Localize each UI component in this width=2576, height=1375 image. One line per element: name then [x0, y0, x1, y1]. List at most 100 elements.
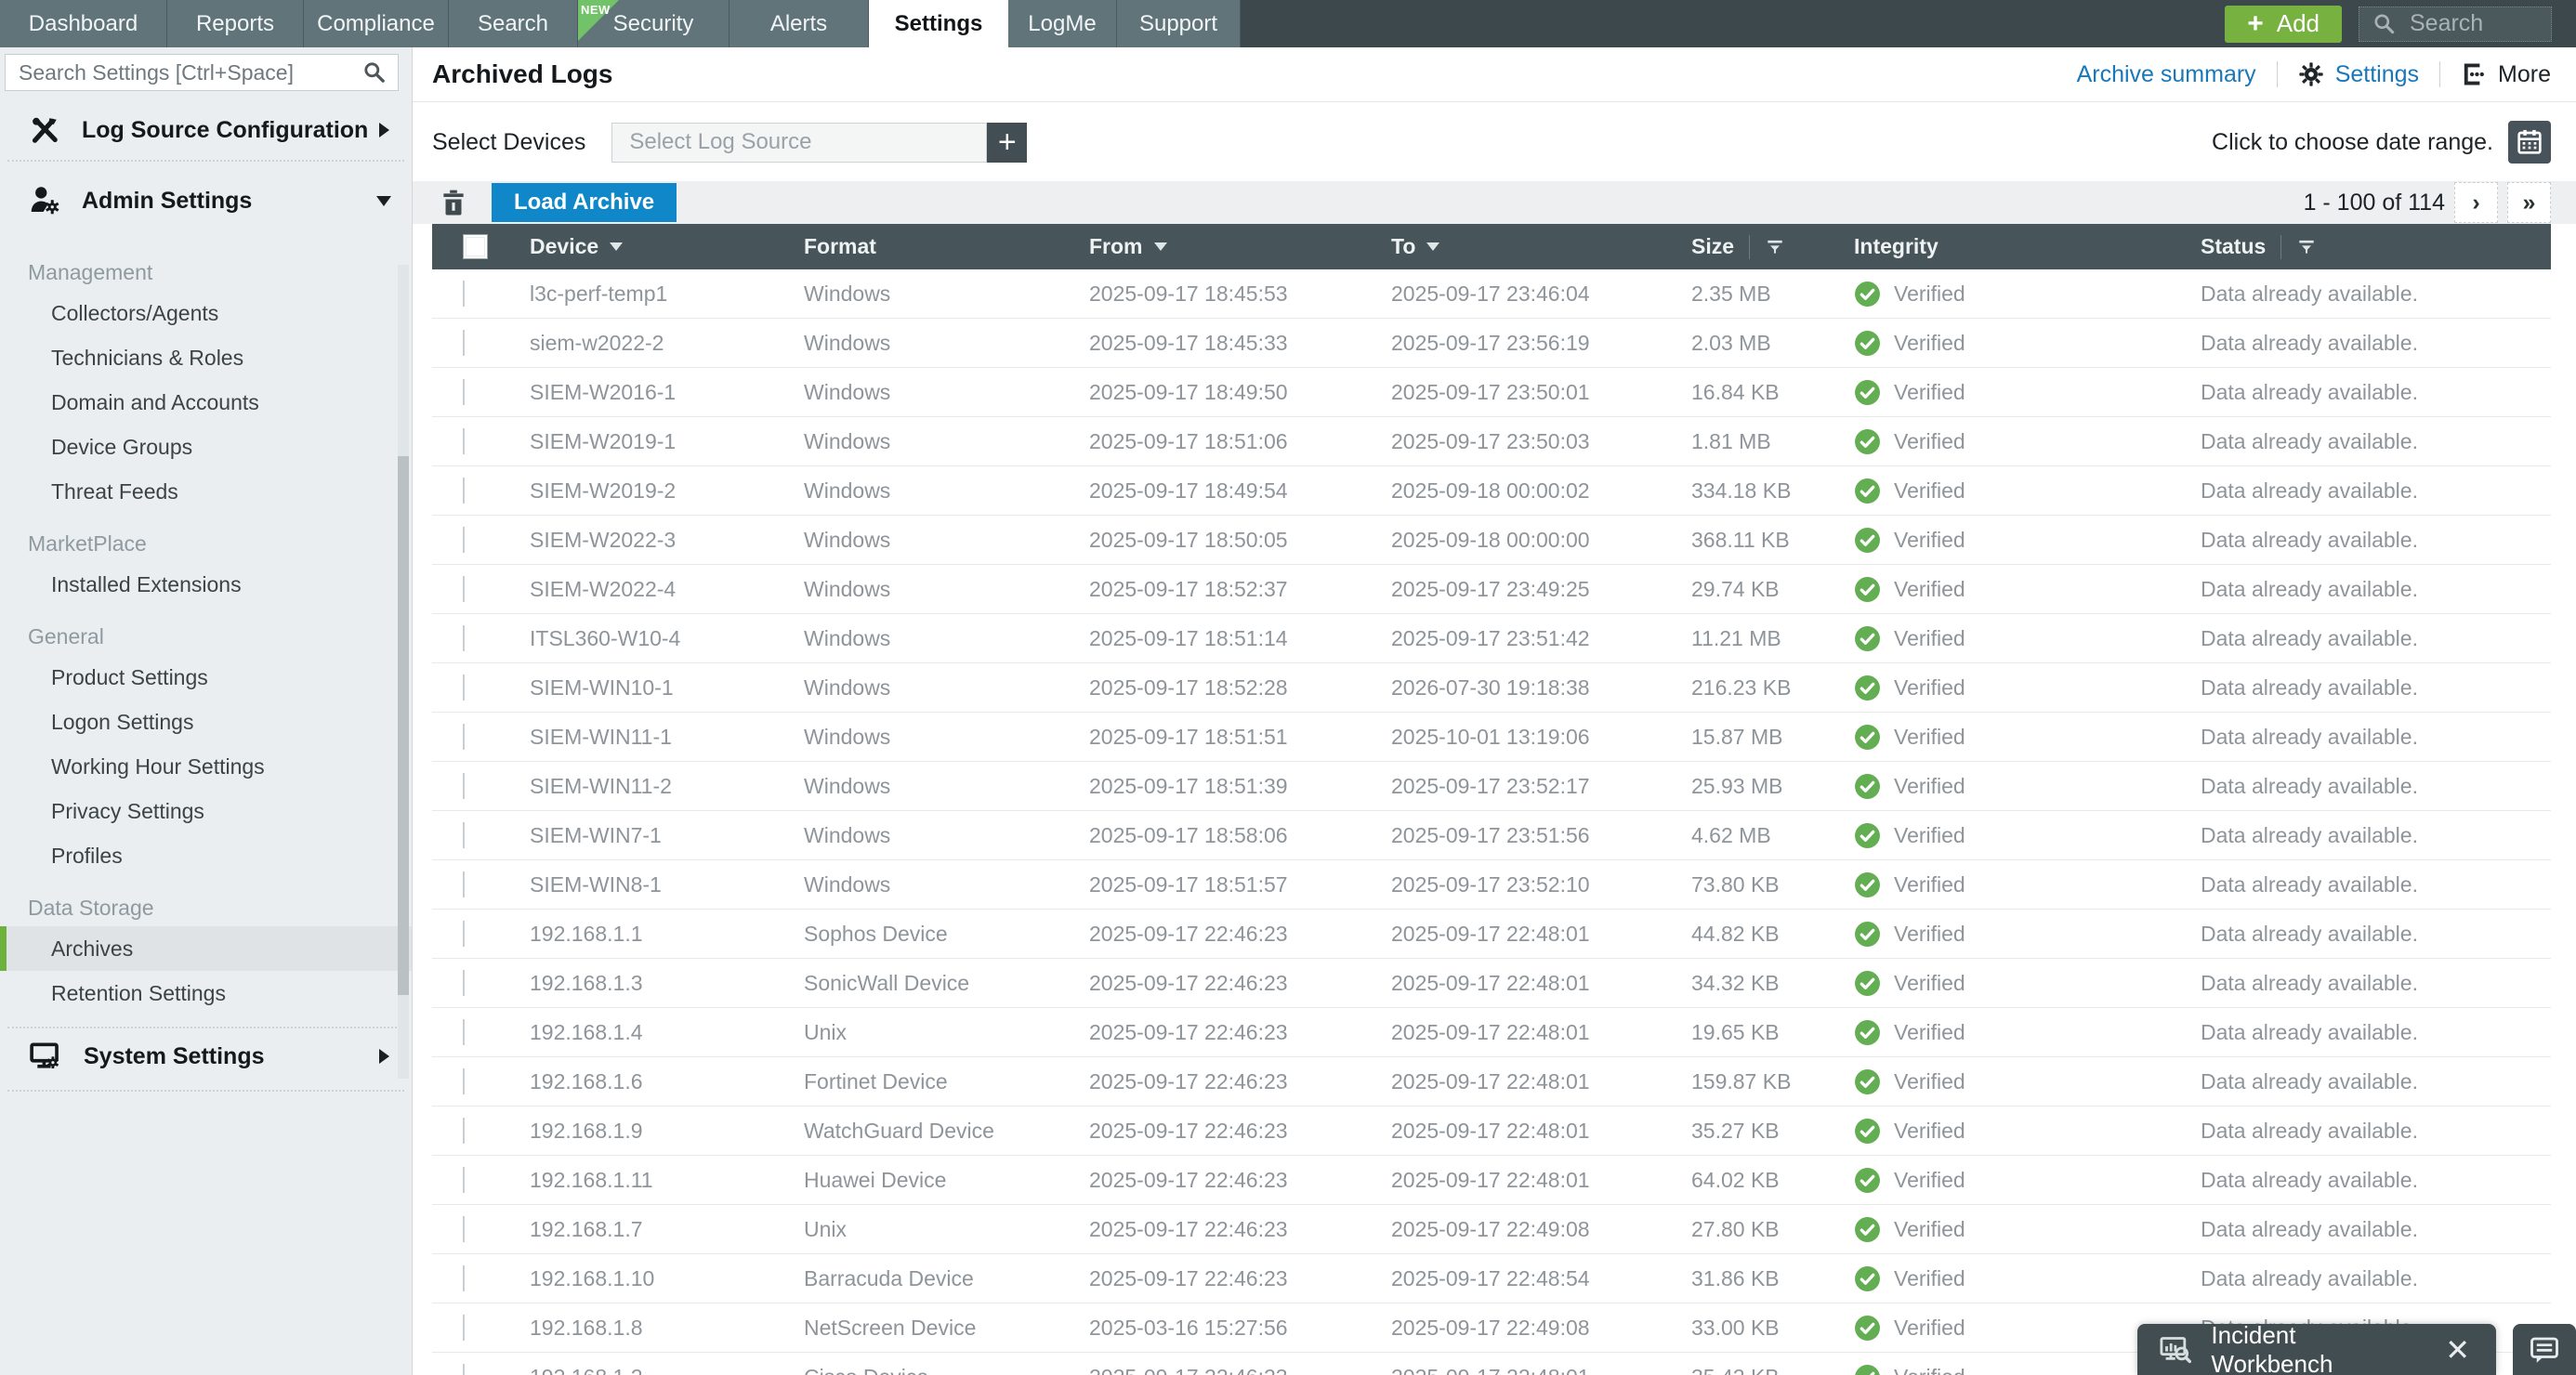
row-checkbox[interactable]: [463, 1315, 465, 1341]
monitor-gear-icon: [28, 1039, 63, 1074]
sidebar-item-threat-feeds[interactable]: Threat Feeds: [0, 469, 412, 514]
cell-to: 2025-09-17 22:48:01: [1391, 1365, 1691, 1375]
tab-compliance[interactable]: Compliance: [304, 0, 449, 47]
load-archive-button[interactable]: Load Archive: [492, 183, 677, 222]
table-row: 192.168.1.11Huawei Device2025-09-17 22:4…: [432, 1156, 2551, 1205]
cell-from: 2025-09-17 18:51:06: [1089, 429, 1391, 454]
tab-search[interactable]: Search: [449, 0, 578, 47]
filter-icon[interactable]: [1765, 237, 1785, 257]
tab-alerts[interactable]: Alerts: [729, 0, 869, 47]
scrollbar-thumb[interactable]: [398, 456, 409, 995]
next-page-button[interactable]: ›: [2454, 182, 2498, 223]
row-checkbox[interactable]: [463, 1068, 465, 1094]
row-checkbox[interactable]: [463, 921, 465, 947]
sidebar-item-working-hour-settings[interactable]: Working Hour Settings: [0, 744, 412, 789]
row-checkbox[interactable]: [463, 281, 465, 307]
row-checkbox[interactable]: [463, 1167, 465, 1193]
sidebar-search-input[interactable]: [6, 60, 362, 85]
row-checkbox[interactable]: [463, 773, 465, 799]
sort-icon: [610, 242, 623, 251]
topnav-right: + Add Search: [2225, 0, 2576, 47]
archive-summary-link[interactable]: Archive summary: [2077, 61, 2256, 88]
tools-icon: [28, 113, 61, 147]
row-checkbox[interactable]: [463, 1265, 465, 1291]
sidebar-item-archives[interactable]: Archives: [0, 926, 412, 971]
row-checkbox[interactable]: [463, 674, 465, 701]
row-checkbox[interactable]: [463, 478, 465, 504]
column-header-integrity[interactable]: Integrity: [1854, 234, 2201, 259]
sidebar-item-retention-settings[interactable]: Retention Settings: [0, 971, 412, 1015]
cell-device: SIEM-W2022-3: [530, 528, 804, 553]
row-checkbox[interactable]: [463, 428, 465, 454]
tab-reports[interactable]: Reports: [167, 0, 304, 47]
row-checkbox[interactable]: [463, 822, 465, 848]
divider: [1749, 235, 1750, 259]
more-button[interactable]: More: [2461, 61, 2551, 88]
row-checkbox[interactable]: [463, 1216, 465, 1242]
table-row: SIEM-WIN10-1Windows2025-09-17 18:52:2820…: [432, 663, 2551, 713]
column-header-from[interactable]: From: [1089, 234, 1391, 259]
row-checkbox[interactable]: [463, 330, 465, 356]
column-header-to[interactable]: To: [1391, 234, 1691, 259]
cell-from: 2025-09-17 22:46:23: [1089, 1020, 1391, 1045]
row-checkbox[interactable]: [463, 1364, 465, 1375]
row-checkbox[interactable]: [463, 1019, 465, 1045]
row-checkbox[interactable]: [463, 871, 465, 897]
cell-integrity: Verified: [1854, 921, 2201, 948]
last-page-button[interactable]: »: [2507, 182, 2551, 223]
sidebar-item-installed-extensions[interactable]: Installed Extensions: [0, 562, 412, 607]
chat-button[interactable]: [2513, 1324, 2576, 1375]
cell-to: 2025-09-17 22:48:01: [1391, 922, 1691, 947]
cell-device: ITSL360-W10-4: [530, 626, 804, 651]
settings-link[interactable]: Settings: [2298, 61, 2419, 88]
row-checkbox[interactable]: [463, 970, 465, 996]
column-header-format[interactable]: Format: [804, 234, 1089, 259]
sidebar-item-domain-and-accounts[interactable]: Domain and Accounts: [0, 380, 412, 425]
settings-link-label: Settings: [2335, 61, 2419, 88]
incident-workbench-panel[interactable]: Incident Workbench ✕: [2137, 1324, 2496, 1375]
cell-format: Windows: [804, 675, 1089, 701]
sidebar-item-log-source-configuration[interactable]: Log Source Configuration: [0, 111, 412, 149]
delete-button[interactable]: [432, 187, 475, 218]
tab-settings[interactable]: Settings: [869, 0, 1008, 47]
sidebar-item-technicians-roles[interactable]: Technicians & Roles: [0, 335, 412, 380]
cell-status: Data already available.: [2201, 1168, 2551, 1193]
cell-from: 2025-09-17 22:46:23: [1089, 1266, 1391, 1291]
sidebar-scrollbar[interactable]: [398, 265, 409, 1079]
log-source-input[interactable]: [611, 123, 987, 163]
row-checkbox[interactable]: [463, 527, 465, 553]
sidebar-item-privacy-settings[interactable]: Privacy Settings: [0, 789, 412, 833]
row-checkbox[interactable]: [463, 1118, 465, 1144]
tab-dashboard[interactable]: Dashboard: [0, 0, 167, 47]
tab-support[interactable]: Support: [1117, 0, 1241, 47]
cell-status: Data already available.: [2201, 823, 2551, 848]
add-button[interactable]: + Add: [2225, 6, 2342, 43]
tab-security[interactable]: NEWSecurity: [578, 0, 729, 47]
sidebar-item-logon-settings[interactable]: Logon Settings: [0, 700, 412, 744]
add-log-source-button[interactable]: +: [987, 123, 1027, 163]
sidebar-item-profiles[interactable]: Profiles: [0, 833, 412, 878]
divider: [2439, 61, 2440, 87]
close-icon[interactable]: ✕: [2439, 1334, 2476, 1366]
column-header-status[interactable]: Status: [2201, 234, 2551, 259]
row-checkbox[interactable]: [463, 724, 465, 750]
sidebar-item-collectors-agents[interactable]: Collectors/Agents: [0, 291, 412, 335]
column-header-size[interactable]: Size: [1691, 234, 1854, 259]
row-checkbox[interactable]: [463, 576, 465, 602]
sidebar-item-admin-settings[interactable]: Admin Settings: [0, 182, 412, 219]
row-checkbox[interactable]: [463, 625, 465, 651]
global-search-input[interactable]: Search: [2359, 7, 2552, 42]
row-checkbox[interactable]: [463, 379, 465, 405]
filter-icon[interactable]: [2296, 237, 2317, 257]
date-range-button[interactable]: [2508, 121, 2551, 164]
sidebar-item-device-groups[interactable]: Device Groups: [0, 425, 412, 469]
cell-to: 2025-09-17 22:49:08: [1391, 1316, 1691, 1341]
column-header-device[interactable]: Device: [530, 234, 804, 259]
sidebar-item-product-settings[interactable]: Product Settings: [0, 655, 412, 700]
tab-logme[interactable]: LogMe: [1008, 0, 1117, 47]
tab-label: Reports: [196, 11, 274, 37]
select-all-checkbox[interactable]: [463, 234, 488, 259]
cell-device: SIEM-WIN10-1: [530, 675, 804, 701]
top-navigation: DashboardReportsComplianceSearchNEWSecur…: [0, 0, 2576, 47]
sidebar-item-system-settings[interactable]: System Settings: [0, 1036, 412, 1077]
